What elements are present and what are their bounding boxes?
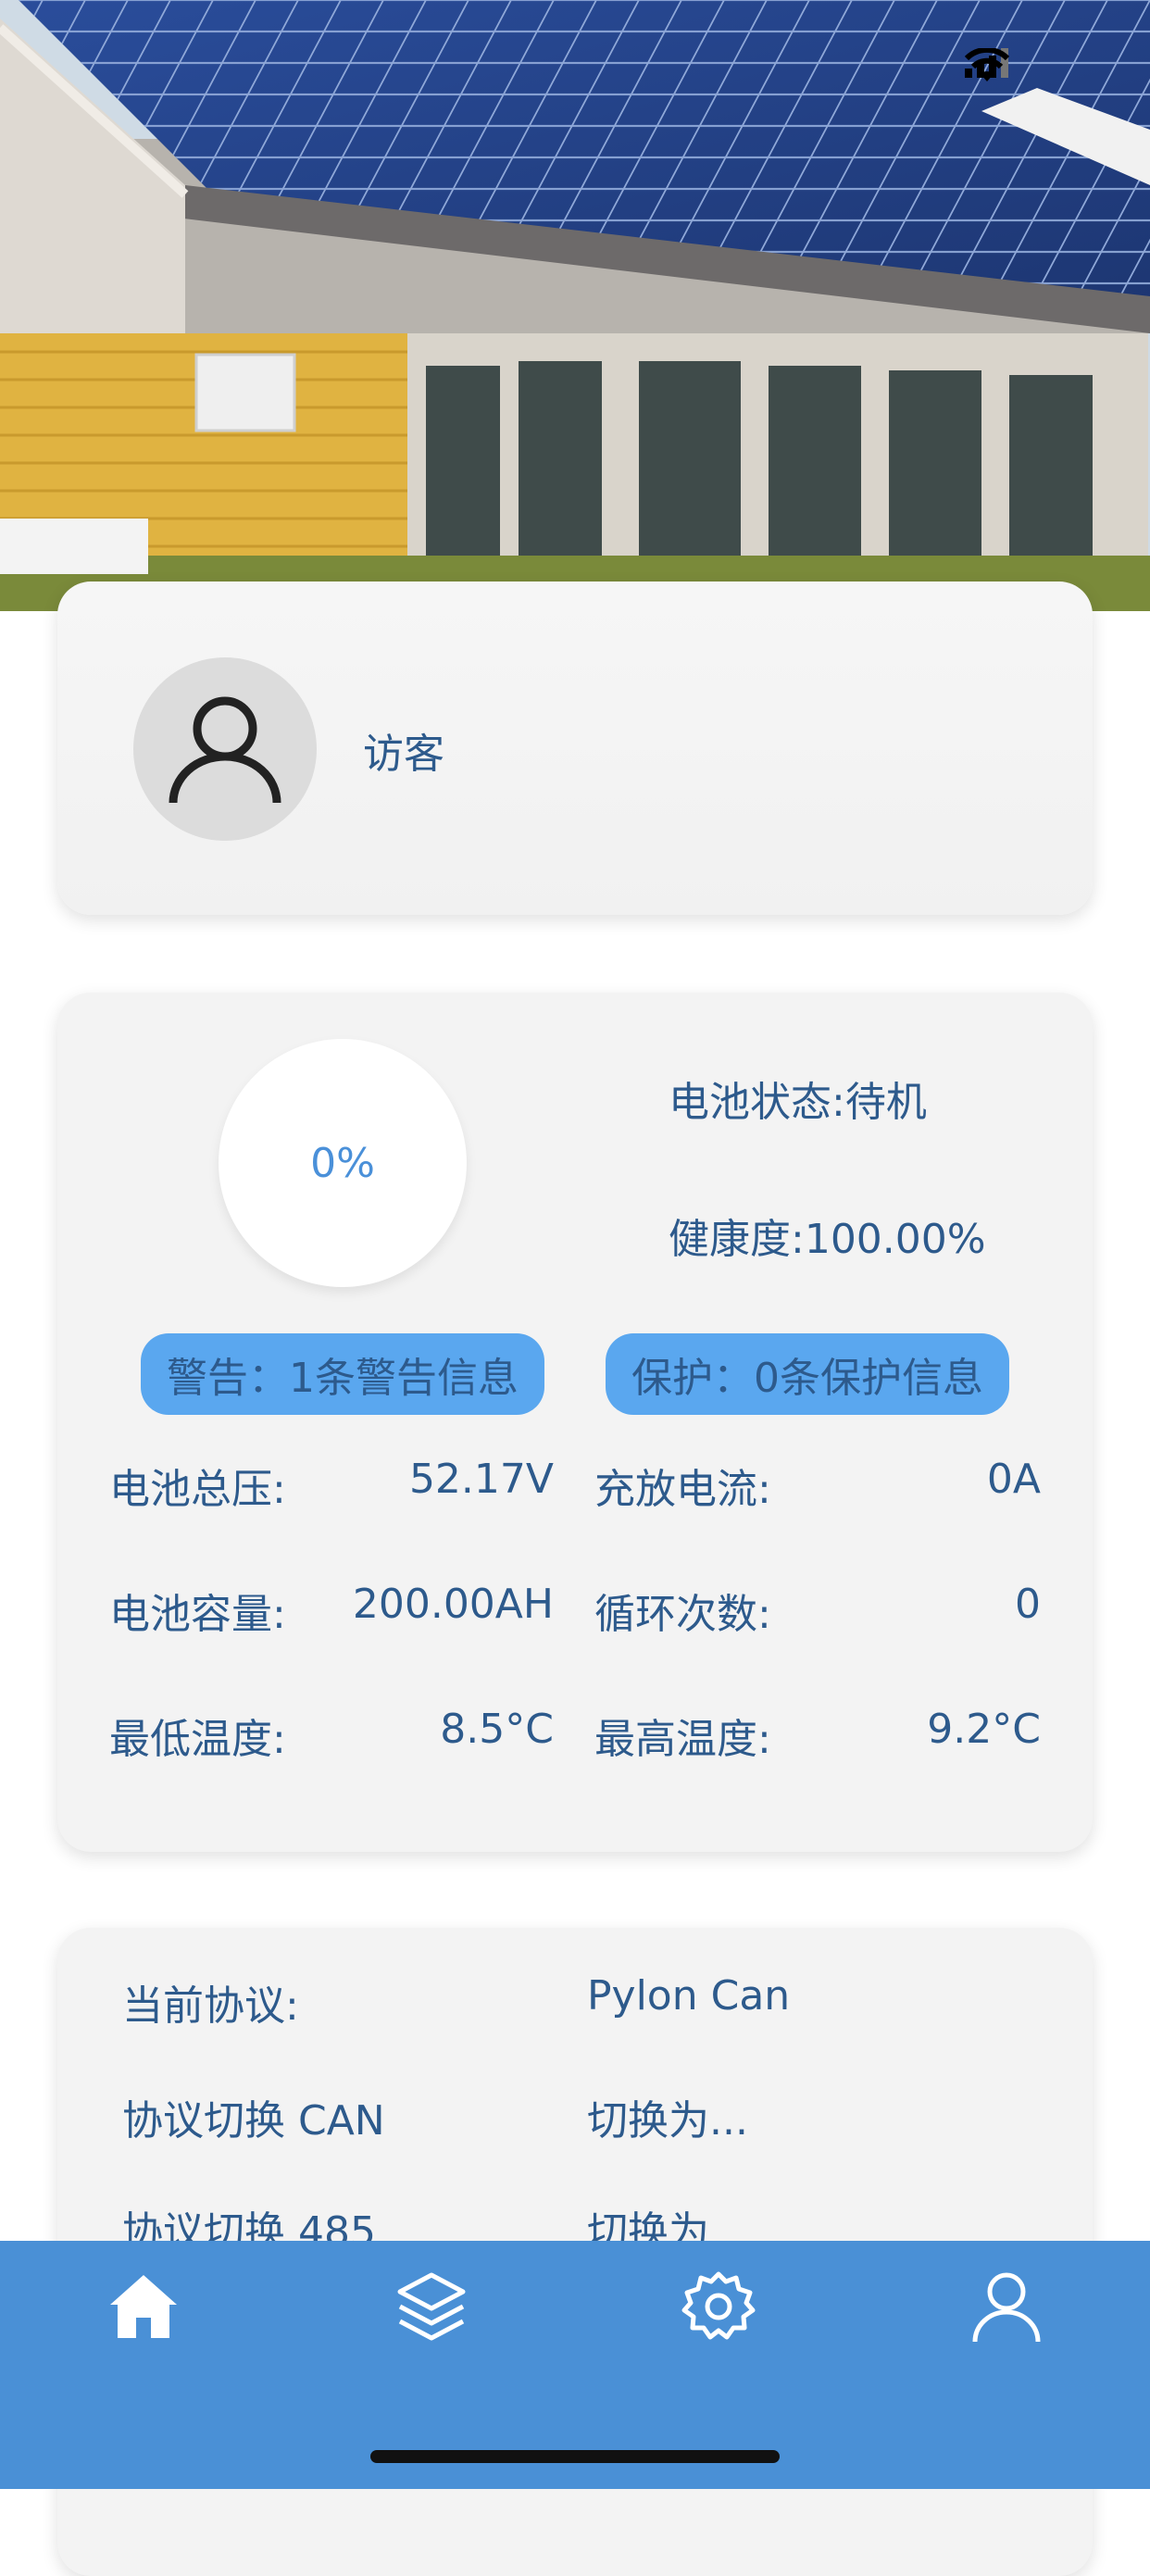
battery-status-card: 0% 电池状态:待机 健康度:100.00% 警告：1条警告信息 保护：0条保护… xyxy=(57,993,1093,1852)
min-temp-label: 最低温度: xyxy=(109,1716,286,1763)
current-protocol-value: Pylon Can xyxy=(587,1972,791,2020)
capacity-label: 电池容量: xyxy=(109,1591,286,1638)
switch-can-label: 协议切换 CAN xyxy=(122,2097,385,2145)
capacity-value: 200.00AH xyxy=(352,1581,554,1628)
switch-can-row[interactable]: 协议切换 CAN 切换为... xyxy=(122,2087,748,2146)
avatar[interactable] xyxy=(133,657,317,841)
current-protocol-label: 当前协议: xyxy=(122,1982,299,2030)
settings-gear-icon xyxy=(681,2271,756,2340)
layers-icon xyxy=(397,2272,466,2341)
current-label: 充放电流: xyxy=(594,1466,771,1513)
tab-settings[interactable] xyxy=(677,2265,760,2348)
warning-info-button[interactable]: 警告：1条警告信息 xyxy=(141,1333,544,1415)
soc-percentage-gauge: 0% xyxy=(219,1039,467,1287)
max-temp-value: 9.2°C xyxy=(927,1706,1041,1753)
min-temp-value: 8.5°C xyxy=(440,1706,554,1753)
battery-health-text: 健康度:100.00% xyxy=(669,1216,986,1263)
user-avatar-icon xyxy=(169,696,281,804)
switch-can-select[interactable]: 切换为... xyxy=(587,2087,748,2146)
max-temp-label: 最高温度: xyxy=(594,1716,771,1763)
metric-row: 电池总压: 52.17V 充放电流: 0A xyxy=(109,1456,1041,1581)
user-profile-card[interactable]: 访客 xyxy=(57,581,1093,915)
battery-status-text: 电池状态:待机 xyxy=(669,1079,927,1126)
current-value: 0A xyxy=(986,1456,1041,1503)
total-voltage-label: 电池总压: xyxy=(109,1466,286,1513)
tab-profile[interactable] xyxy=(965,2265,1048,2348)
home-icon xyxy=(110,2275,177,2338)
hero-banner-image xyxy=(0,0,1150,611)
cycle-count-value: 0 xyxy=(1015,1581,1041,1628)
solar-house-illustration xyxy=(0,0,1150,611)
tab-layers[interactable] xyxy=(390,2265,473,2348)
total-voltage-value: 52.17V xyxy=(408,1456,554,1503)
wifi-icon xyxy=(965,48,1009,81)
metric-row: 最低温度: 8.5°C 最高温度: 9.2°C xyxy=(109,1706,1041,1831)
user-name: 访客 xyxy=(363,731,444,778)
current-protocol-row: 当前协议: Pylon Can xyxy=(122,1972,790,2032)
home-indicator xyxy=(370,2450,780,2463)
battery-metrics-grid: 电池总压: 52.17V 充放电流: 0A 电池容量: 200.00AH 循环次… xyxy=(109,1456,1041,1831)
metric-row: 电池容量: 200.00AH 循环次数: 0 xyxy=(109,1581,1041,1706)
user-profile-icon xyxy=(972,2272,1041,2343)
protection-info-button[interactable]: 保护：0条保护信息 xyxy=(606,1333,1009,1415)
cycle-count-label: 循环次数: xyxy=(594,1591,771,1638)
tab-home[interactable] xyxy=(102,2265,185,2348)
